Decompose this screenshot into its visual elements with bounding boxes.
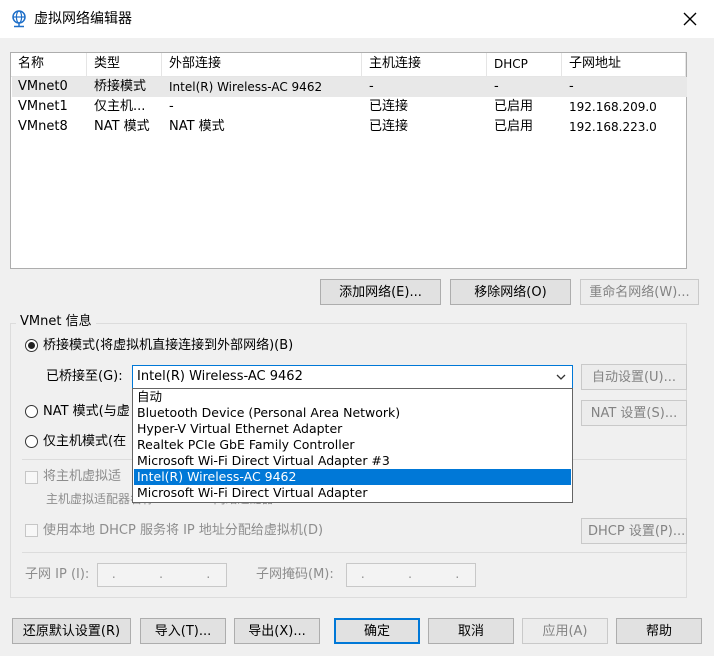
row-external: - xyxy=(169,99,174,114)
dhcp-settings-button[interactable]: DHCP 设置(P)... xyxy=(581,518,687,544)
column-header-type[interactable]: 类型 xyxy=(87,53,162,77)
close-icon xyxy=(683,12,697,26)
chevron-down-icon xyxy=(556,374,566,380)
row-external: Intel(R) Wireless-AC 9462 xyxy=(169,80,323,94)
close-button[interactable] xyxy=(670,6,710,32)
row-name: VMnet0 xyxy=(18,79,68,94)
dhcp-checkbox[interactable] xyxy=(25,524,38,537)
subnet-mask-label: 子网掩码(M): xyxy=(256,567,334,582)
row-name: VMnet1 xyxy=(18,99,68,114)
help-button[interactable]: 帮助 xyxy=(616,618,702,644)
row-type: 仅主机... xyxy=(94,99,146,114)
subnet-ip-field[interactable]: . . . xyxy=(97,563,227,587)
row-subnet: 192.168.223.0 xyxy=(569,120,657,134)
dropdown-option[interactable]: 自动 xyxy=(134,389,571,405)
bridged-to-value: Intel(R) Wireless-AC 9462 xyxy=(137,369,303,384)
dropdown-option[interactable]: Hyper-V Virtual Ethernet Adapter xyxy=(134,421,571,437)
column-header-external[interactable]: 外部连接 xyxy=(162,53,362,77)
column-header-name[interactable]: 名称 xyxy=(11,53,87,77)
table-row[interactable]: VMnet0 桥接模式 Intel(R) Wireless-AC 9462 - … xyxy=(12,77,687,97)
column-header-dhcp[interactable]: DHCP xyxy=(487,53,562,77)
column-header-host[interactable]: 主机连接 xyxy=(362,53,487,77)
window-title: 虚拟网络编辑器 xyxy=(34,11,132,27)
table-row[interactable]: VMnet8 NAT 模式 NAT 模式 已连接 已启用 192.168.223… xyxy=(12,117,687,137)
export-button[interactable]: 导出(X)... xyxy=(234,618,320,644)
dropdown-option[interactable]: Microsoft Wi-Fi Direct Virtual Adapter #… xyxy=(134,453,571,469)
connect-adapter-label: 将主机虚拟适 xyxy=(43,469,122,484)
row-dhcp: 已启用 xyxy=(494,119,534,134)
subnet-mask-value: . . . xyxy=(349,567,479,581)
globe-network-icon xyxy=(12,10,26,28)
ok-button[interactable]: 确定 xyxy=(334,618,420,644)
network-table[interactable]: 名称 类型 外部连接 主机连接 DHCP 子网地址 VMnet0 桥接模式 In… xyxy=(10,52,687,269)
row-dhcp: - xyxy=(494,79,499,94)
bridged-mode-label[interactable]: 桥接模式(将虚拟机直接连接到外部网络)(B) xyxy=(43,337,293,355)
dropdown-option[interactable]: Bluetooth Device (Personal Area Network) xyxy=(134,405,571,421)
row-type: 桥接模式 xyxy=(94,79,147,94)
apply-button[interactable]: 应用(A) xyxy=(522,618,608,644)
subnet-ip-value: . . . xyxy=(100,567,230,581)
bridged-to-label: 已桥接至(G): xyxy=(46,369,123,384)
cancel-button[interactable]: 取消 xyxy=(428,618,514,644)
row-dhcp: 已启用 xyxy=(494,99,534,114)
subnet-ip-label: 子网 IP (I): xyxy=(25,567,90,582)
row-external: NAT 模式 xyxy=(169,119,225,134)
nat-mode-radio[interactable] xyxy=(25,405,38,418)
row-type: NAT 模式 xyxy=(94,119,150,134)
remove-network-button[interactable]: 移除网络(O) xyxy=(450,279,571,305)
bridged-to-combobox[interactable]: Intel(R) Wireless-AC 9462 xyxy=(132,365,573,389)
dropdown-option-selected[interactable]: Intel(R) Wireless-AC 9462 xyxy=(134,469,571,485)
restore-defaults-button[interactable]: 还原默认设置(R) xyxy=(12,618,131,644)
row-subnet: - xyxy=(569,79,574,94)
divider xyxy=(22,552,687,553)
row-subnet: 192.168.209.0 xyxy=(569,100,657,114)
column-header-subnet[interactable]: 子网地址 xyxy=(562,53,686,77)
host-only-label[interactable]: 仅主机模式(在 xyxy=(43,433,126,451)
row-host: - xyxy=(369,79,374,94)
dhcp-label[interactable]: 使用本地 DHCP 服务将 IP 地址分配给虚拟机(D) xyxy=(43,522,323,540)
nat-mode-label[interactable]: NAT 模式(与虚 xyxy=(43,403,130,421)
add-network-button[interactable]: 添加网络(E)... xyxy=(320,279,441,305)
radio-dot xyxy=(28,342,35,349)
bridged-to-dropdown-list[interactable]: 自动 Bluetooth Device (Personal Area Netwo… xyxy=(132,388,573,503)
nat-settings-button[interactable]: NAT 设置(S)... xyxy=(581,400,687,426)
connect-adapter-checkbox[interactable] xyxy=(25,471,38,484)
table-row[interactable]: VMnet1 仅主机... - 已连接 已启用 192.168.209.0 xyxy=(12,97,687,117)
host-only-radio[interactable] xyxy=(25,435,38,448)
dropdown-option[interactable]: Microsoft Wi-Fi Direct Virtual Adapter xyxy=(134,485,571,501)
vmnet-info-legend: VMnet 信息 xyxy=(16,314,96,330)
dropdown-option[interactable]: Realtek PCIe GbE Family Controller xyxy=(134,437,571,453)
bridged-mode-radio[interactable] xyxy=(25,339,38,352)
auto-settings-button[interactable]: 自动设置(U)... xyxy=(581,364,687,390)
row-name: VMnet8 xyxy=(18,119,68,134)
row-host: 已连接 xyxy=(369,119,409,134)
subnet-mask-field[interactable]: . . . xyxy=(346,563,476,587)
import-button[interactable]: 导入(T)... xyxy=(140,618,226,644)
row-host: 已连接 xyxy=(369,99,409,114)
rename-network-button[interactable]: 重命名网络(W)... xyxy=(580,279,699,305)
